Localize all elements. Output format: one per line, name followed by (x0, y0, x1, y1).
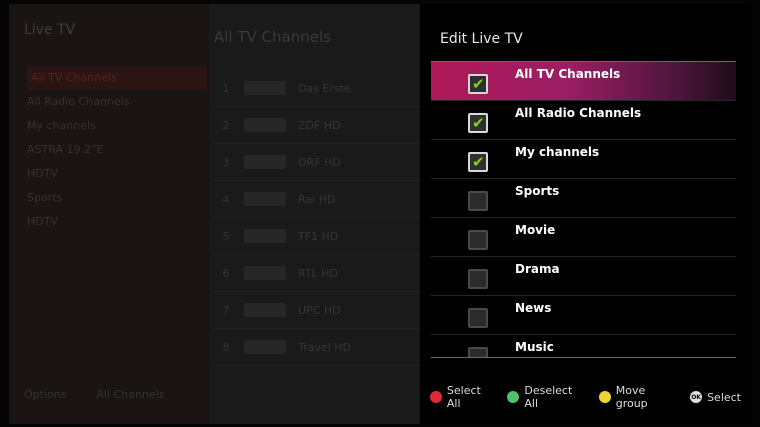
select-hint[interactable]: OK Select (690, 391, 741, 404)
move-group-label: Move group (615, 384, 648, 410)
group-item-drama[interactable]: Drama (431, 257, 736, 296)
background-title: Live TV (24, 22, 76, 38)
background-channel-row: 8 Travel HD (214, 329, 419, 366)
channel-name: Das Erste (298, 81, 351, 95)
background-channel-row: 4 Rai HD (214, 181, 419, 218)
group-item-news[interactable]: News (431, 296, 736, 335)
group-item-label: Movie (515, 223, 556, 237)
channel-logo (244, 229, 286, 243)
checkmark-icon: ✔ (472, 153, 485, 171)
group-item-label: All TV Channels (515, 67, 621, 81)
channel-logo (244, 155, 286, 169)
green-button-icon (507, 391, 520, 403)
group-item-all-tv-channels[interactable]: ✔ All TV Channels (431, 62, 736, 101)
background-category: All Radio Channels (27, 95, 130, 108)
group-item-my-channels[interactable]: ✔ My channels (431, 140, 736, 179)
group-list[interactable]: ✔ All TV Channels ✔ All Radio Channels ✔… (431, 61, 736, 358)
group-item-music[interactable]: Music (431, 335, 736, 358)
channel-logo (244, 118, 286, 132)
channel-logo (244, 303, 286, 317)
channel-name: ORF HD (298, 155, 341, 169)
checkbox[interactable] (468, 191, 488, 211)
channel-name: Rai HD (298, 192, 336, 206)
checkbox[interactable]: ✔ (468, 152, 488, 172)
ok-button-icon: OK (690, 391, 703, 403)
channel-number: 4 (222, 192, 230, 206)
deselect-all-label: Deselect All (524, 384, 573, 410)
channel-number: 1 (222, 81, 230, 95)
checkbox[interactable] (468, 308, 488, 328)
background-footer-item: Options (24, 388, 67, 401)
yellow-button-icon (598, 391, 611, 403)
tv-screen: Live TV All TV Channels All TV Channels … (9, 4, 751, 424)
move-group-hint[interactable]: Move group (598, 384, 680, 410)
background-channel-row: 5 TF1 HD (214, 218, 419, 255)
checkbox[interactable]: ✔ (468, 113, 488, 133)
list-divider (431, 357, 736, 358)
channel-number: 6 (222, 266, 230, 280)
checkbox[interactable] (468, 230, 488, 250)
channel-logo (244, 81, 286, 95)
edit-live-tv-panel: Edit Live TV ✔ All TV Channels ✔ All Rad… (420, 4, 751, 424)
group-item-label: My channels (515, 145, 600, 159)
channel-number: 3 (222, 155, 230, 169)
checkbox[interactable]: ✔ (468, 74, 488, 94)
group-item-label: Sports (515, 184, 560, 198)
background-category: HDTV (27, 215, 58, 228)
background-channel-row: 6 RTL HD (214, 255, 419, 292)
background-channel-list: 1 Das Erste 2 ZDF HD 3 ORF HD 4 Rai HD 5 TF1 … (214, 70, 419, 366)
background-category: HDTV (27, 167, 58, 180)
channel-name: RTL HD (298, 266, 338, 280)
background-category: All TV Channels (27, 66, 207, 90)
background-category: My channels (27, 119, 96, 132)
background-channel-row: 1 Das Erste (214, 70, 419, 107)
background-header: All TV Channels (214, 28, 331, 46)
background-category-list: All TV Channels All Radio Channels My ch… (27, 66, 207, 234)
background-channel-row: 7 UPC HD (214, 292, 419, 329)
group-item-all-radio-channels[interactable]: ✔ All Radio Channels (431, 101, 736, 140)
channel-logo (244, 340, 286, 354)
channel-name: ZDF HD (298, 118, 341, 132)
group-item-label: All Radio Channels (515, 106, 642, 120)
channel-number: 5 (222, 229, 230, 243)
red-button-icon (430, 391, 442, 403)
background-footer: Options All Channels (24, 388, 164, 401)
checkmark-icon: ✔ (472, 114, 485, 132)
channel-name: Travel HD (298, 340, 351, 354)
select-all-label: Select All (446, 384, 481, 410)
background-category: ASTRA 19.2°E (27, 143, 104, 156)
button-legend: Select All Deselect All Move group OK Se… (430, 384, 751, 410)
group-item-sports[interactable]: Sports (431, 179, 736, 218)
channel-number: 8 (222, 340, 230, 354)
background-footer-item: All Channels (96, 388, 165, 401)
live-tv-background: Live TV All TV Channels All TV Channels … (9, 4, 419, 424)
select-label: Select (707, 390, 741, 404)
background-channel-row: 3 ORF HD (214, 144, 419, 181)
channel-number: 7 (222, 303, 230, 317)
channel-name: UPC HD (298, 303, 341, 317)
group-item-label: Music (515, 340, 554, 354)
channel-number: 2 (222, 118, 230, 132)
channel-logo (244, 192, 286, 206)
channel-logo (244, 266, 286, 280)
group-item-label: Drama (515, 262, 560, 276)
group-item-movie[interactable]: Movie (431, 218, 736, 257)
background-channel-row: 2 ZDF HD (214, 107, 419, 144)
checkmark-icon: ✔ (472, 75, 485, 93)
checkbox[interactable] (468, 269, 488, 289)
select-all-hint[interactable]: Select All (430, 384, 497, 410)
group-item-label: News (515, 301, 552, 315)
channel-name: TF1 HD (298, 229, 339, 243)
background-category: Sports (27, 191, 63, 204)
deselect-all-hint[interactable]: Deselect All (507, 384, 588, 410)
panel-title: Edit Live TV (440, 31, 523, 47)
